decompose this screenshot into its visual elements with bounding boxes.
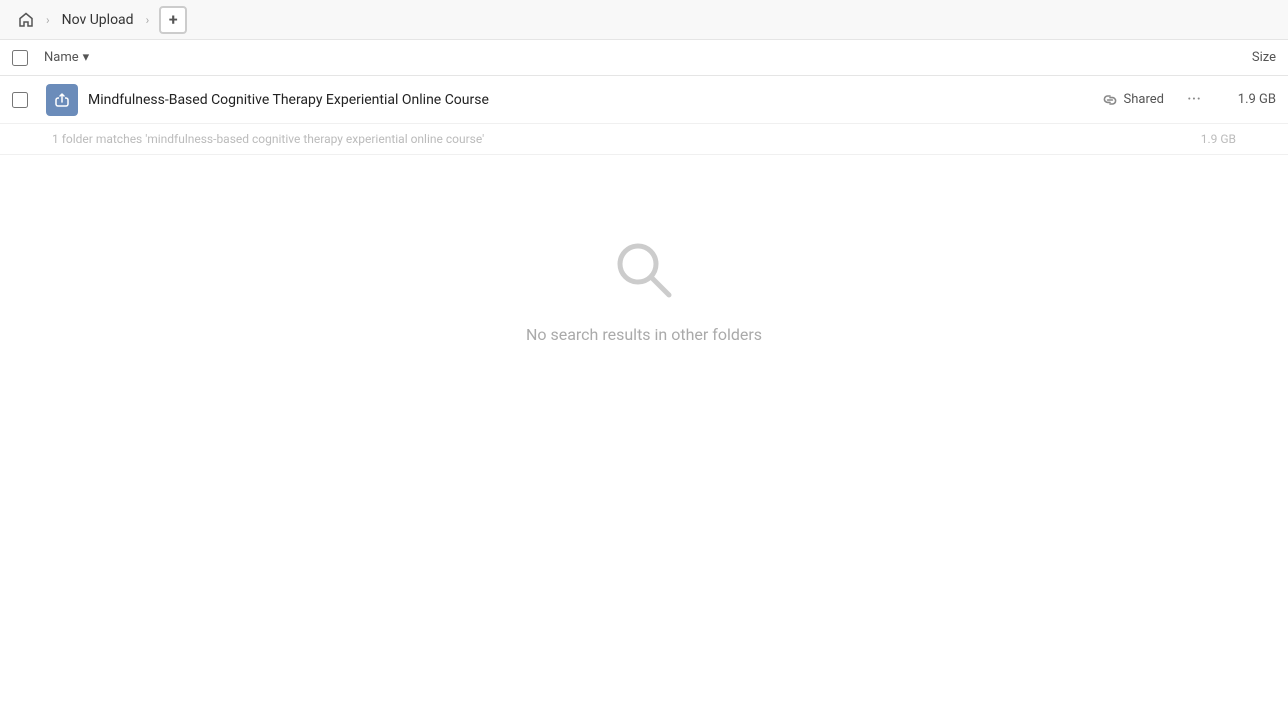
no-results-label: No search results in other folders: [526, 325, 762, 344]
file-icon-wrapper: [44, 82, 80, 118]
file-row-checkbox-col[interactable]: [12, 92, 44, 108]
breadcrumb-bar: › Nov Upload › +: [0, 0, 1288, 40]
select-all-checkbox-col[interactable]: [12, 50, 44, 66]
match-info-text: 1 folder matches 'mindfulness-based cogn…: [52, 132, 1176, 146]
empty-state-area: No search results in other folders: [0, 155, 1288, 384]
shared-link-icon: [1102, 92, 1118, 108]
file-row[interactable]: Mindfulness-Based Cognitive Therapy Expe…: [0, 76, 1288, 124]
shared-label: Shared: [1124, 92, 1164, 107]
name-column-header[interactable]: Name ▾: [44, 50, 1196, 65]
add-button[interactable]: +: [159, 6, 187, 34]
file-name-label: Mindfulness-Based Cognitive Therapy Expe…: [88, 92, 1044, 108]
breadcrumb-separator: ›: [46, 13, 50, 27]
file-type-icon: [46, 84, 78, 116]
file-size-label: 1.9 GB: [1216, 92, 1276, 107]
column-header-row: Name ▾ Size: [0, 40, 1288, 76]
home-button[interactable]: [12, 6, 40, 34]
breadcrumb-separator-2: ›: [146, 13, 150, 27]
file-row-checkbox[interactable]: [12, 92, 28, 108]
name-column-label: Name: [44, 50, 79, 65]
link-folder-icon: [53, 91, 71, 109]
sort-icon: ▾: [83, 50, 90, 65]
no-results-search-icon: [609, 235, 679, 305]
file-shared-area: Shared: [1044, 92, 1164, 108]
match-info-row: 1 folder matches 'mindfulness-based cogn…: [0, 124, 1288, 155]
match-info-size: 1.9 GB: [1176, 132, 1236, 146]
more-options-button[interactable]: ···: [1180, 86, 1208, 114]
select-all-checkbox[interactable]: [12, 50, 28, 66]
breadcrumb-nav-item[interactable]: Nov Upload: [56, 10, 140, 30]
size-column-header[interactable]: Size: [1196, 50, 1276, 65]
more-options-icon: ···: [1187, 89, 1201, 110]
